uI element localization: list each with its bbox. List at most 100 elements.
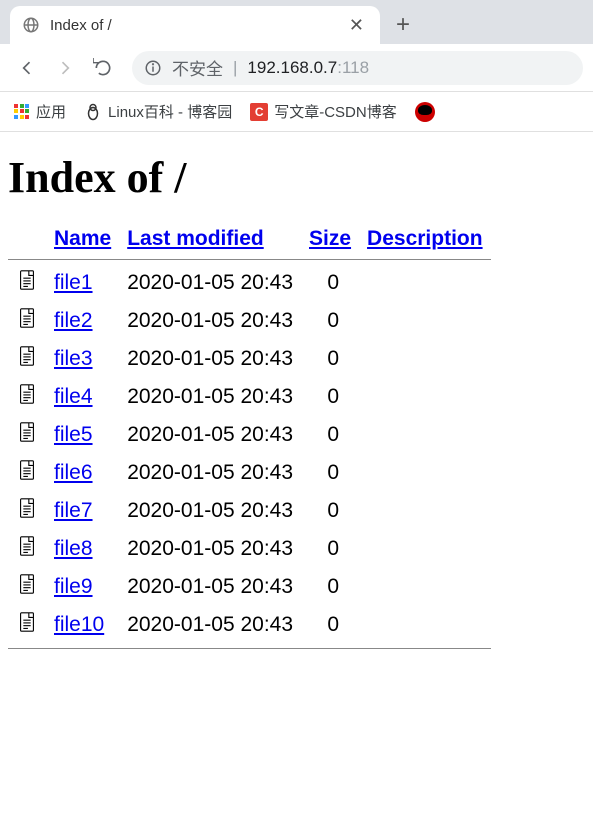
file-modified: 2020-01-05 20:43 <box>119 340 301 378</box>
header-row: Name Last modified Size Description <box>8 223 491 255</box>
apps-button[interactable]: 应用 <box>14 101 66 122</box>
address-bar[interactable]: 不安全 | 192.168.0.7:118 <box>132 51 583 85</box>
tab-title: Index of / <box>50 17 345 34</box>
file-icon <box>16 420 38 444</box>
file-desc <box>359 568 491 606</box>
file-size: 0 <box>301 492 359 530</box>
table-row: file7 2020-01-05 20:430 <box>8 492 491 530</box>
file-icon <box>16 496 38 520</box>
file-link[interactable]: file9 <box>54 575 93 598</box>
file-desc <box>359 492 491 530</box>
file-modified: 2020-01-05 20:43 <box>119 454 301 492</box>
tab-strip: Index of / ✕ + <box>0 0 593 44</box>
file-icon <box>16 572 38 596</box>
file-icon <box>16 306 38 330</box>
file-desc <box>359 454 491 492</box>
browser-toolbar: 不安全 | 192.168.0.7:118 <box>0 44 593 92</box>
file-icon-cell <box>8 568 46 606</box>
info-icon <box>144 59 162 77</box>
col-modified[interactable]: Last modified <box>127 227 264 250</box>
file-link[interactable]: file2 <box>54 309 93 332</box>
file-size: 0 <box>301 416 359 454</box>
col-size[interactable]: Size <box>309 227 351 250</box>
file-modified: 2020-01-05 20:43 <box>119 378 301 416</box>
file-modified: 2020-01-05 20:43 <box>119 568 301 606</box>
file-size: 0 <box>301 378 359 416</box>
file-modified: 2020-01-05 20:43 <box>119 416 301 454</box>
file-icon-cell <box>8 416 46 454</box>
file-link[interactable]: file3 <box>54 347 93 370</box>
file-desc <box>359 340 491 378</box>
table-row: file22020-01-05 20:430 <box>8 302 491 340</box>
file-modified: 2020-01-05 20:43 <box>119 530 301 568</box>
file-icon-cell <box>8 530 46 568</box>
bookmark-label: Linux百科 - 博客园 <box>108 101 232 122</box>
file-desc <box>359 264 491 302</box>
penguin-icon <box>84 103 102 121</box>
reload-button[interactable] <box>86 51 120 85</box>
file-link[interactable]: file8 <box>54 537 93 560</box>
table-row: file10 2020-01-05 20:430 <box>8 606 491 644</box>
divider <box>8 259 491 260</box>
file-size: 0 <box>301 454 359 492</box>
file-desc <box>359 302 491 340</box>
page-content: Index of / Name Last modified Size Descr… <box>0 132 593 663</box>
file-icon <box>16 344 38 368</box>
file-modified: 2020-01-05 20:43 <box>119 606 301 644</box>
address-url: 192.168.0.7:118 <box>247 58 369 78</box>
file-icon-cell <box>8 492 46 530</box>
file-desc <box>359 530 491 568</box>
file-desc <box>359 606 491 644</box>
file-link[interactable]: file1 <box>54 271 93 294</box>
table-row: file5 2020-01-05 20:430 <box>8 416 491 454</box>
file-icon-cell <box>8 302 46 340</box>
address-port: :118 <box>337 58 369 77</box>
address-host: 192.168.0.7 <box>247 58 337 77</box>
redhat-icon <box>415 102 435 122</box>
back-button[interactable] <box>10 51 44 85</box>
file-modified: 2020-01-05 20:43 <box>119 264 301 302</box>
table-row: file3 2020-01-05 20:430 <box>8 340 491 378</box>
file-size: 0 <box>301 606 359 644</box>
csdn-icon: C <box>250 103 268 121</box>
file-link[interactable]: file6 <box>54 461 93 484</box>
file-icon <box>16 534 38 558</box>
insecure-label: 不安全 <box>172 55 223 80</box>
file-icon-cell <box>8 340 46 378</box>
close-tab-button[interactable]: ✕ <box>345 15 368 36</box>
file-size: 0 <box>301 340 359 378</box>
file-icon-cell <box>8 454 46 492</box>
file-link[interactable]: file5 <box>54 423 93 446</box>
directory-listing: Name Last modified Size Description file… <box>8 223 491 653</box>
apps-label: 应用 <box>36 101 66 122</box>
file-icon <box>16 610 38 634</box>
file-link[interactable]: file7 <box>54 499 93 522</box>
table-row: file12020-01-05 20:430 <box>8 264 491 302</box>
table-row: file8 2020-01-05 20:430 <box>8 530 491 568</box>
address-separator: | <box>233 58 237 78</box>
bookmarks-bar: 应用 Linux百科 - 博客园 C 写文章-CSDN博客 <box>0 92 593 132</box>
col-name[interactable]: Name <box>54 227 111 250</box>
file-link[interactable]: file10 <box>54 613 104 636</box>
table-row: file4 2020-01-05 20:430 <box>8 378 491 416</box>
file-modified: 2020-01-05 20:43 <box>119 492 301 530</box>
file-link[interactable]: file4 <box>54 385 93 408</box>
file-icon <box>16 458 38 482</box>
bookmark-linux[interactable]: Linux百科 - 博客园 <box>84 101 232 122</box>
table-row: file6 2020-01-05 20:430 <box>8 454 491 492</box>
new-tab-button[interactable]: + <box>388 10 418 40</box>
page-title: Index of / <box>8 152 585 203</box>
apps-icon <box>14 104 30 120</box>
divider <box>8 648 491 649</box>
file-size: 0 <box>301 302 359 340</box>
bookmark-csdn[interactable]: C 写文章-CSDN博客 <box>250 101 397 122</box>
col-desc[interactable]: Description <box>367 227 483 250</box>
file-size: 0 <box>301 530 359 568</box>
file-icon-cell <box>8 378 46 416</box>
browser-tab[interactable]: Index of / ✕ <box>10 6 380 44</box>
file-icon-cell <box>8 264 46 302</box>
file-desc <box>359 416 491 454</box>
table-row: file92020-01-05 20:430 <box>8 568 491 606</box>
forward-button[interactable] <box>48 51 82 85</box>
bookmark-redhat[interactable] <box>415 102 435 122</box>
